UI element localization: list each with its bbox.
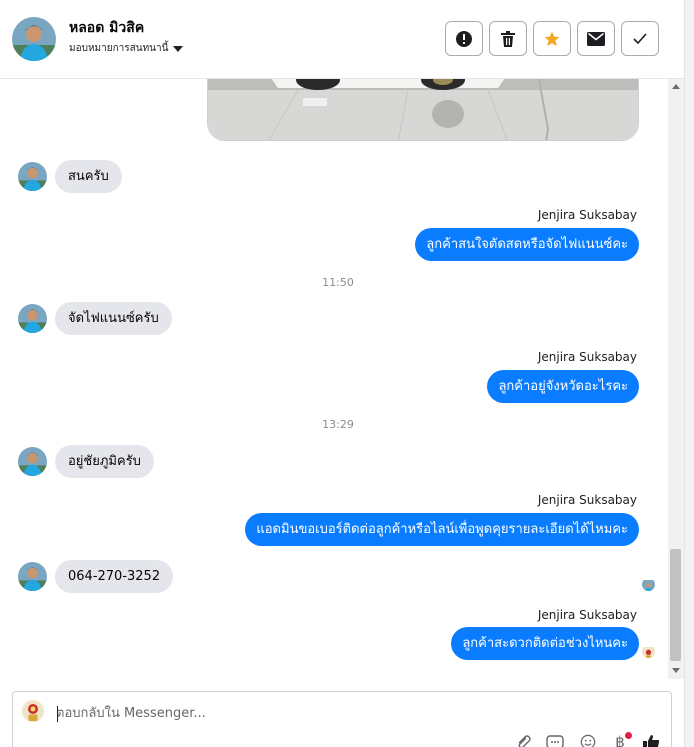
incoming-bubble[interactable]: จัดไฟแนนซ์ครับ [55, 302, 172, 335]
done-button[interactable] [621, 21, 659, 56]
sender-name: Jenjira Suksabay [537, 608, 637, 622]
attach-button[interactable] [513, 734, 533, 747]
notification-dot [625, 732, 632, 739]
delete-button[interactable] [489, 21, 527, 56]
side-panel-edge [684, 0, 694, 747]
thumbs-up-icon [643, 735, 660, 747]
sender-name: Jenjira Suksabay [537, 493, 637, 507]
incoming-bubble[interactable]: 064-270-3252 [55, 560, 174, 593]
conversation-actions [445, 21, 659, 56]
conversation-header: หลอด มิวสิค มอบหมายการสนทนานี้ [0, 0, 684, 79]
assign-conversation-dropdown[interactable]: มอบหมายการสนทนานี้ [69, 41, 184, 56]
contact-avatar[interactable] [12, 17, 56, 61]
mark-unread-button[interactable] [577, 21, 615, 56]
outgoing-bubble[interactable]: ลูกค้าสนใจตัดสดหรือจัดไฟแนนซ์คะ [415, 228, 639, 261]
contact-name[interactable]: หลอด มิวสิค [69, 17, 144, 39]
trash-icon [501, 30, 515, 47]
paperclip-icon [518, 735, 531, 747]
sender-name: Jenjira Suksabay [537, 208, 637, 222]
message-thread[interactable]: สนครับ Jenjira Suksabay ลูกค้าสนใจตัดสดห… [0, 79, 668, 679]
incoming-bubble[interactable]: สนครับ [55, 160, 122, 193]
exclamation-icon [456, 30, 472, 47]
emoji-button[interactable] [578, 734, 598, 747]
assign-label: มอบหมายการสนทนานี้ [69, 43, 169, 54]
envelope-icon [587, 31, 605, 46]
incoming-message: จัดไฟแนนซ์ครับ [18, 302, 172, 335]
scroll-up-icon[interactable] [672, 84, 680, 89]
outgoing-bubble[interactable]: แอดมินขอเบอร์ติดต่อลูกค้าหรือไลน์เพื่อพู… [245, 513, 639, 546]
reply-input[interactable] [56, 702, 616, 724]
delivered-avatar [642, 645, 655, 658]
contact-avatar-small[interactable] [18, 162, 47, 191]
report-button[interactable] [445, 21, 483, 56]
contact-avatar-small[interactable] [18, 304, 47, 333]
incoming-message: สนครับ [18, 160, 122, 193]
emoji-icon [580, 734, 596, 747]
thread-scrollbar[interactable] [668, 79, 684, 679]
caret-down-icon [173, 45, 184, 52]
baht-icon: ฿ [615, 733, 625, 747]
incoming-bubble[interactable]: อยู่ชัยภูมิครับ [55, 445, 154, 478]
star-button[interactable] [533, 21, 571, 56]
scroll-down-icon[interactable] [672, 668, 680, 673]
seen-avatar [642, 578, 655, 591]
star-icon [544, 31, 560, 46]
incoming-message: อยู่ชัยภูมิครับ [18, 445, 154, 478]
sender-name: Jenjira Suksabay [537, 350, 637, 364]
contact-avatar-small[interactable] [18, 562, 47, 591]
reply-composer: ฿ [12, 691, 672, 747]
checkmark-icon [633, 32, 647, 44]
outgoing-bubble[interactable]: ลูกค้าสะดวกติดต่อช่วงไหนคะ [451, 627, 639, 660]
incoming-message: 064-270-3252 [18, 560, 174, 593]
timestamp: 11:50 [322, 276, 354, 289]
outgoing-bubble[interactable]: ลูกค้าอยู่จังหวัดอะไรคะ [487, 370, 639, 403]
page-avatar [22, 700, 44, 722]
gif-icon [546, 735, 564, 747]
timestamp: 13:29 [322, 418, 354, 431]
photo-message[interactable] [207, 79, 639, 141]
contact-avatar-small[interactable] [18, 447, 47, 476]
like-button[interactable] [641, 734, 661, 747]
text-cursor [57, 706, 58, 722]
gif-button[interactable] [545, 734, 565, 747]
scrollbar-thumb[interactable] [670, 549, 681, 661]
